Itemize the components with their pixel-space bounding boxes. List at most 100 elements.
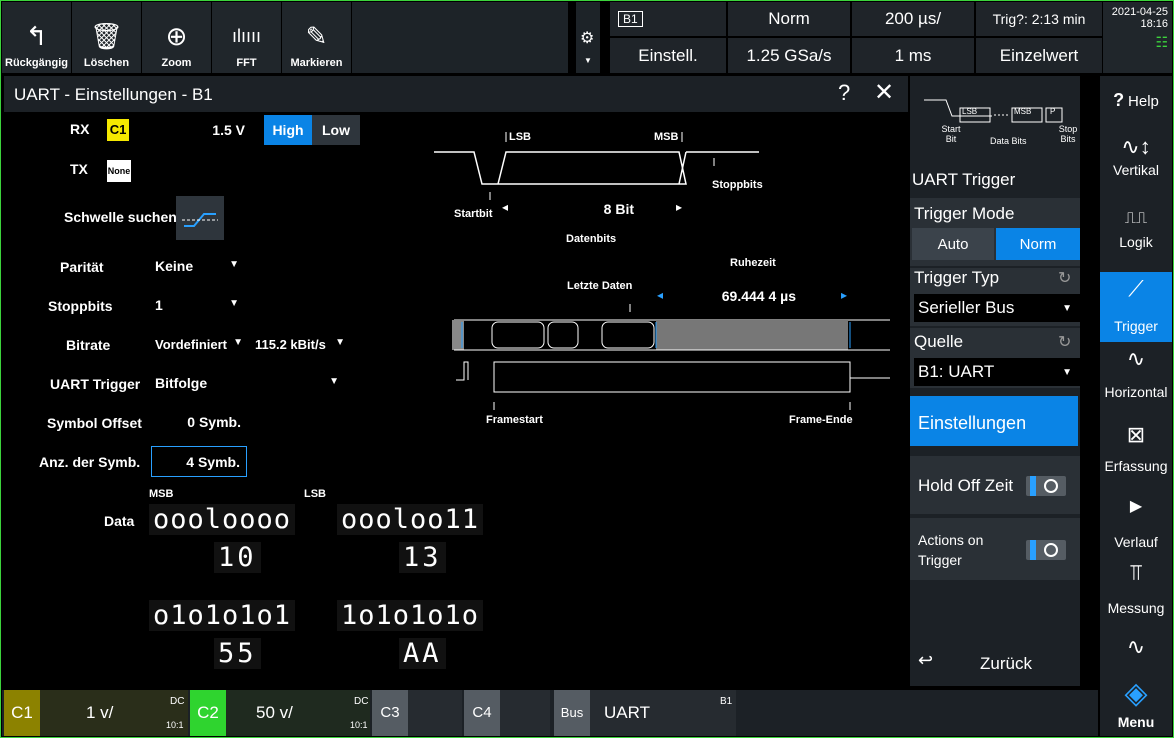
channel-bar: C1 1 v/ DC 10:1 C2 50 v/ DC 10:1 C3 C4 B… — [2, 690, 1098, 736]
parity-label: Parität — [60, 259, 104, 275]
trigger-type-select[interactable]: Serieller Bus ▼ — [914, 294, 1080, 322]
diagram-startbit-label: Startbit — [454, 208, 493, 220]
data-hex-1: 13 — [399, 542, 446, 573]
sidebar: ? Help ∿↕ Vertikal ⎍⎍ Logik ⟋ Trigger ∿ Hori… — [1100, 76, 1172, 736]
chevron-right-icon: ▸ — [841, 288, 848, 302]
channel-c1[interactable]: C1 1 v/ DC 10:1 — [4, 690, 188, 736]
find-threshold-label: Schwelle suchen — [64, 209, 177, 225]
chevron-right-icon: ▸ — [676, 200, 683, 214]
chevron-down-icon: ▼ — [233, 337, 243, 348]
fft-button[interactable]: ılıııı FFT — [212, 2, 282, 73]
data-bits-0[interactable]: oooloooo — [149, 504, 296, 535]
rx-threshold-input[interactable]: 1.5 V — [151, 115, 251, 145]
acquisition-mode-cell[interactable]: Einzelwert — [976, 38, 1102, 73]
trigger-mode-cell[interactable]: Norm — [728, 2, 850, 36]
bitrate-mode-select[interactable]: Vordefiniert ▼ — [151, 329, 245, 359]
back-button[interactable]: ↩ Zurück — [910, 644, 1070, 686]
chevron-down-icon: ▼ — [229, 259, 239, 270]
diagram-last-data-label: Letzte Daten — [567, 280, 633, 292]
data-hex-3: AA — [399, 638, 446, 669]
sidebar-logic[interactable]: ⎍⎍ Logik — [1100, 206, 1172, 250]
help-icon: ? — [1113, 90, 1125, 110]
uart-frame-diagram — [434, 132, 890, 410]
channel-c2[interactable]: C2 50 v/ DC 10:1 — [190, 690, 370, 736]
measure-icon: ⫪ — [1129, 560, 1143, 585]
trigger-panel: LSB MSB P Start Bit Data Bits Stop Bits … — [910, 76, 1080, 686]
toolbar-settings-button[interactable]: ⚙ ▼ — [576, 2, 600, 73]
holdoff-label: Hold Off Zeit — [918, 476, 1014, 495]
msb-label: MSB — [149, 488, 174, 500]
pencil-icon: ✎ — [305, 21, 328, 51]
channel-c4[interactable]: C4 — [464, 690, 550, 736]
find-threshold-button[interactable] — [176, 196, 224, 240]
channel-c3[interactable]: C3 — [372, 690, 462, 736]
sample-rate-cell[interactable]: 1.25 GSa/s — [728, 38, 850, 73]
clock: 2021-04-25 18:16 ☷ — [1103, 2, 1172, 73]
rx-source-badge[interactable]: C1 — [107, 119, 129, 141]
high-button[interactable]: High — [264, 115, 312, 145]
data-hex-2: 55 — [214, 638, 261, 669]
delete-button[interactable]: 🗑 Löschen — [72, 2, 142, 73]
bus-b1[interactable]: Bus UART B1 — [554, 690, 736, 736]
threshold-icon — [182, 213, 218, 227]
sidebar-waveform[interactable]: ∿ — [1100, 634, 1172, 662]
icon-msb-label: MSB — [1014, 107, 1032, 116]
undo-button[interactable]: ↰ Rückgängig — [2, 2, 72, 73]
diagram-lsb-label: LSB — [509, 131, 531, 143]
stopbits-label: Stoppbits — [48, 298, 113, 314]
record-length-cell[interactable]: 1 ms — [852, 38, 974, 73]
low-button[interactable]: Low — [312, 115, 360, 145]
trash-icon: 🗑 — [89, 21, 123, 51]
refresh-icon[interactable]: ↻ — [1058, 268, 1071, 288]
sidebar-trigger[interactable]: ⟋ Trigger — [1100, 272, 1172, 342]
num-symbols-input[interactable]: 4 Symb. — [151, 446, 247, 477]
bitrate-value-select[interactable]: 115.2 kBit/s ▼ — [251, 329, 347, 359]
icon-p-label: P — [1050, 107, 1056, 116]
mark-button[interactable]: ✎ Markieren — [282, 2, 352, 73]
sidebar-horizontal[interactable]: ∿ Horizontal — [1100, 346, 1172, 400]
dialog-help-button[interactable]: ? — [838, 80, 850, 106]
logic-icon: ⎍⎍ — [1124, 210, 1148, 227]
data-bits-2[interactable]: o1o1o1o1 — [149, 600, 296, 631]
diagram-databits-label: Datenbits — [566, 233, 617, 245]
status-info: B1 Einstell. Norm 1.25 GSa/s 200 µs/ 1 m… — [610, 2, 1102, 73]
actions-row[interactable]: Actions on Trigger — [910, 518, 1080, 580]
chevron-down-icon: ▼ — [1062, 302, 1072, 314]
data-hex-0: 10 — [214, 542, 261, 573]
bus-status-cell[interactable]: B1 — [610, 2, 726, 36]
sidebar-measure[interactable]: ⫪ Messung — [1100, 560, 1172, 616]
zoom-button[interactable]: ⊕ Zoom — [142, 2, 212, 73]
icon-start-label: Start Bit — [941, 124, 961, 144]
holdoff-row[interactable]: Hold Off Zeit — [910, 456, 1080, 514]
uart-trigger-select[interactable]: Bitfolge ▼ — [151, 368, 347, 398]
refresh-icon[interactable]: ↻ — [1058, 332, 1071, 352]
settings-button[interactable]: Einstellungen — [910, 396, 1078, 446]
holdoff-toggle[interactable] — [1026, 476, 1066, 496]
sidebar-help[interactable]: ? Help — [1100, 90, 1172, 111]
source-select[interactable]: B1: UART ▼ — [914, 358, 1080, 386]
close-icon[interactable]: ✕ — [874, 78, 894, 107]
trigger-mode-norm[interactable]: Norm — [996, 228, 1080, 260]
dialog-title: UART - Einstellungen - B1 — [14, 85, 213, 104]
actions-toggle[interactable] — [1026, 540, 1066, 560]
sidebar-acquisition[interactable]: ⊠ Erfassung — [1100, 422, 1172, 474]
stopbits-select[interactable]: 1 ▼ — [151, 290, 247, 320]
timebase-cell[interactable]: 200 µs/ — [852, 2, 974, 36]
sidebar-menu[interactable]: ◈ Menu — [1100, 676, 1172, 730]
databits-value: 8 Bit — [544, 194, 640, 224]
data-bits-3[interactable]: 1o1o1o1o — [337, 600, 484, 631]
diagram-stopbits-label: Stoppbits — [712, 179, 763, 191]
sidebar-vertical[interactable]: ∿↕ Vertikal — [1100, 134, 1172, 178]
chevron-down-icon: ▼ — [329, 376, 339, 387]
parity-select[interactable]: Keine ▼ — [151, 251, 247, 281]
data-bits-1[interactable]: oooloo11 — [337, 504, 484, 535]
chevron-down-icon: ▼ — [335, 337, 345, 348]
symbol-offset-input[interactable]: 0 Symb. — [151, 407, 247, 437]
sidebar-history[interactable]: ▶ Verlauf — [1100, 494, 1172, 550]
trigger-mode-auto[interactable]: Auto — [912, 228, 994, 260]
chevron-left-icon: ◂ — [657, 288, 664, 302]
actions-label: Actions on Trigger — [918, 532, 984, 568]
trigger-time-cell[interactable]: Trig?: 2:13 min — [976, 2, 1102, 36]
setup-cell[interactable]: Einstell. — [610, 38, 726, 73]
tx-source-badge[interactable]: None — [107, 160, 131, 182]
